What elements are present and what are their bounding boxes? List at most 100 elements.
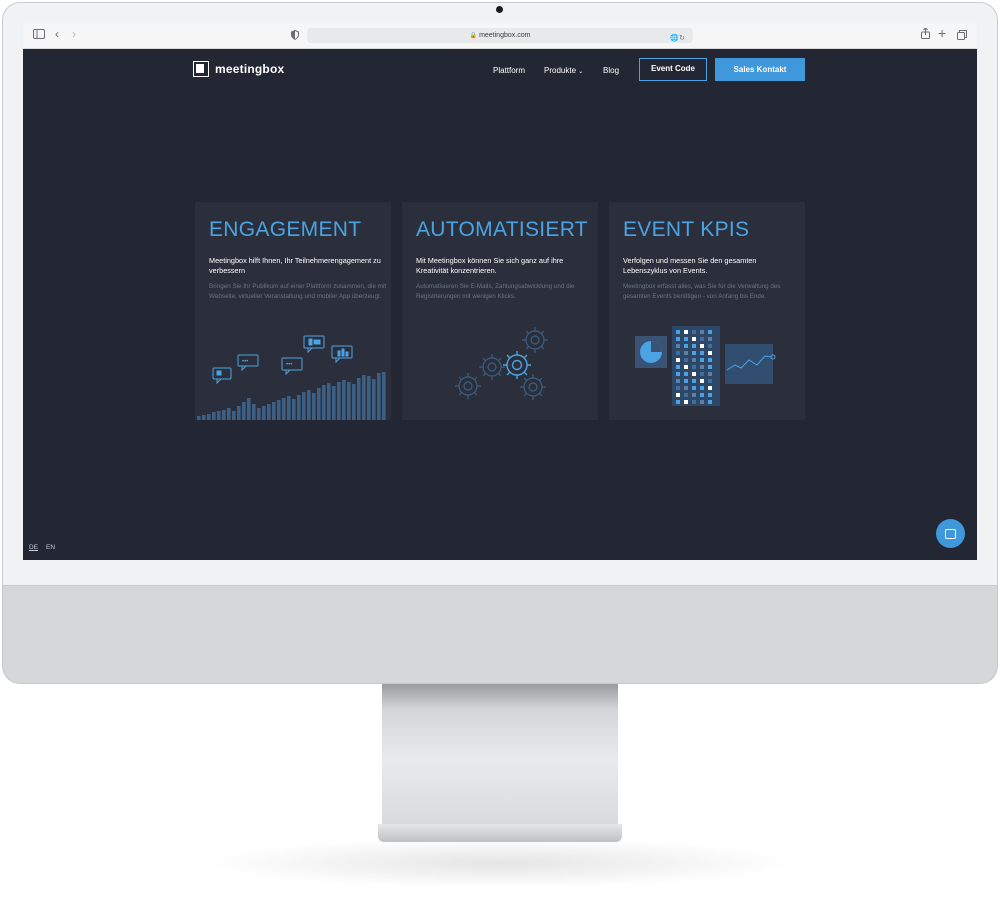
bar [232, 411, 236, 420]
grid-cell [676, 344, 680, 348]
bar [357, 378, 361, 420]
back-icon[interactable]: ‹ [55, 27, 59, 41]
grid-cell [700, 379, 704, 383]
bar [227, 408, 231, 420]
bar [322, 385, 326, 420]
grid-cell [692, 344, 696, 348]
pie-chart-icon [635, 336, 667, 368]
bar [307, 390, 311, 420]
kpi-illustration [635, 326, 776, 406]
bar [252, 404, 256, 420]
bar [312, 393, 316, 420]
gear-icon [522, 327, 548, 353]
site-logo[interactable]: meetingbox [193, 61, 284, 77]
grid-cell [676, 386, 680, 390]
new-tab-icon[interactable]: + [938, 26, 946, 40]
monitor-stand [382, 684, 618, 824]
nav-link-platform[interactable]: Plattform [493, 66, 525, 75]
card-description: Bringen Sie Ihr Publikum auf einer Platt… [209, 283, 387, 300]
grid-cell [700, 358, 704, 362]
card-lead: Meetingbox hilft Ihnen, Ihr Teilnehmeren… [209, 256, 381, 275]
grid-cell [700, 365, 704, 369]
grid-cell [692, 351, 696, 355]
forward-icon[interactable]: › [72, 27, 76, 41]
lang-de-link[interactable]: DE [29, 544, 38, 551]
grid-cell [684, 379, 688, 383]
grid-cell [684, 365, 688, 369]
grid-cell [684, 386, 688, 390]
lang-en-link[interactable]: EN [46, 544, 55, 551]
screen: ‹ › 🔒 meetingbox.com 🌐↻ + meetingbox Pla… [23, 22, 977, 560]
grid-cell [708, 351, 712, 355]
feature-card-event-kpis: EVENT KPIS Verfolgen und messen Sie den … [609, 202, 805, 420]
bar [202, 415, 206, 420]
bar [237, 406, 241, 420]
bar [207, 414, 211, 420]
nav-link-blog[interactable]: Blog [603, 66, 619, 75]
nav-link-products[interactable]: Produkte ⌄ [544, 66, 583, 75]
grid-cell [692, 330, 696, 334]
logo-text: meetingbox [215, 62, 285, 76]
grid-cell [708, 330, 712, 334]
bar [377, 373, 381, 420]
sidebar-icon[interactable] [33, 28, 45, 42]
grid-cell [676, 379, 680, 383]
grid-cell [708, 372, 712, 376]
line-chart-icon [725, 344, 776, 384]
bar [367, 376, 371, 420]
card-lead: Mit Meetingbox können Sie sich ganz auf … [416, 256, 564, 275]
event-code-button[interactable]: Event Code [639, 58, 707, 81]
browser-toolbar: ‹ › 🔒 meetingbox.com 🌐↻ + [23, 22, 977, 49]
grid-cell [708, 386, 712, 390]
bar [277, 400, 281, 420]
grid-cell [700, 344, 704, 348]
bar [282, 398, 286, 420]
grid-cell [692, 400, 696, 404]
chat-button[interactable] [936, 519, 965, 548]
grid-cell [708, 365, 712, 369]
gears-illustration [455, 327, 548, 400]
feature-card-engagement: ENGAGEMENT Meetingbox hilft Ihnen, Ihr T… [195, 202, 391, 420]
grid-cell [684, 351, 688, 355]
grid-cell [676, 372, 680, 376]
svg-text:•••: ••• [242, 359, 248, 365]
grid-cell [676, 400, 680, 404]
sales-contact-button[interactable]: Sales Kontakt [715, 58, 805, 81]
nav-link-products-label: Produkte [544, 66, 577, 75]
grid-cell [708, 393, 712, 397]
share-icon[interactable] [921, 27, 930, 42]
grid-cell [700, 386, 704, 390]
gear-icon [503, 351, 531, 379]
monitor-chin [2, 586, 998, 684]
gear-icon [455, 373, 481, 399]
chat-bubble-icon [212, 367, 232, 385]
card-title: EVENT KPIS [623, 218, 750, 241]
bar [267, 404, 271, 420]
grid-cell [708, 358, 712, 362]
card-description: Meetingbox erfasst alles, was Sie für di… [623, 283, 781, 300]
bar [362, 375, 366, 420]
address-bar[interactable]: 🔒 meetingbox.com 🌐↻ [307, 28, 693, 43]
bar [297, 395, 301, 420]
url-text: meetingbox.com [479, 32, 531, 39]
grid-cell [676, 358, 680, 362]
grid-cell [684, 372, 688, 376]
tabs-icon[interactable] [957, 29, 967, 43]
bar [302, 392, 306, 420]
engagement-illustration: ••• ••• [197, 335, 386, 420]
bar [332, 386, 336, 420]
bar [212, 412, 216, 420]
grid-cell [708, 379, 712, 383]
lock-icon: 🔒 [469, 33, 478, 39]
grid-cell [692, 365, 696, 369]
grid-cell [692, 393, 696, 397]
bar [327, 383, 331, 420]
bar [247, 398, 251, 420]
bar [317, 388, 321, 420]
chevron-down-icon: ⌄ [578, 69, 584, 75]
grid-cell [676, 330, 680, 334]
translate-icon[interactable]: 🌐↻ [670, 31, 685, 46]
bar [242, 402, 246, 420]
bar [272, 402, 276, 420]
shield-icon[interactable] [291, 29, 299, 43]
